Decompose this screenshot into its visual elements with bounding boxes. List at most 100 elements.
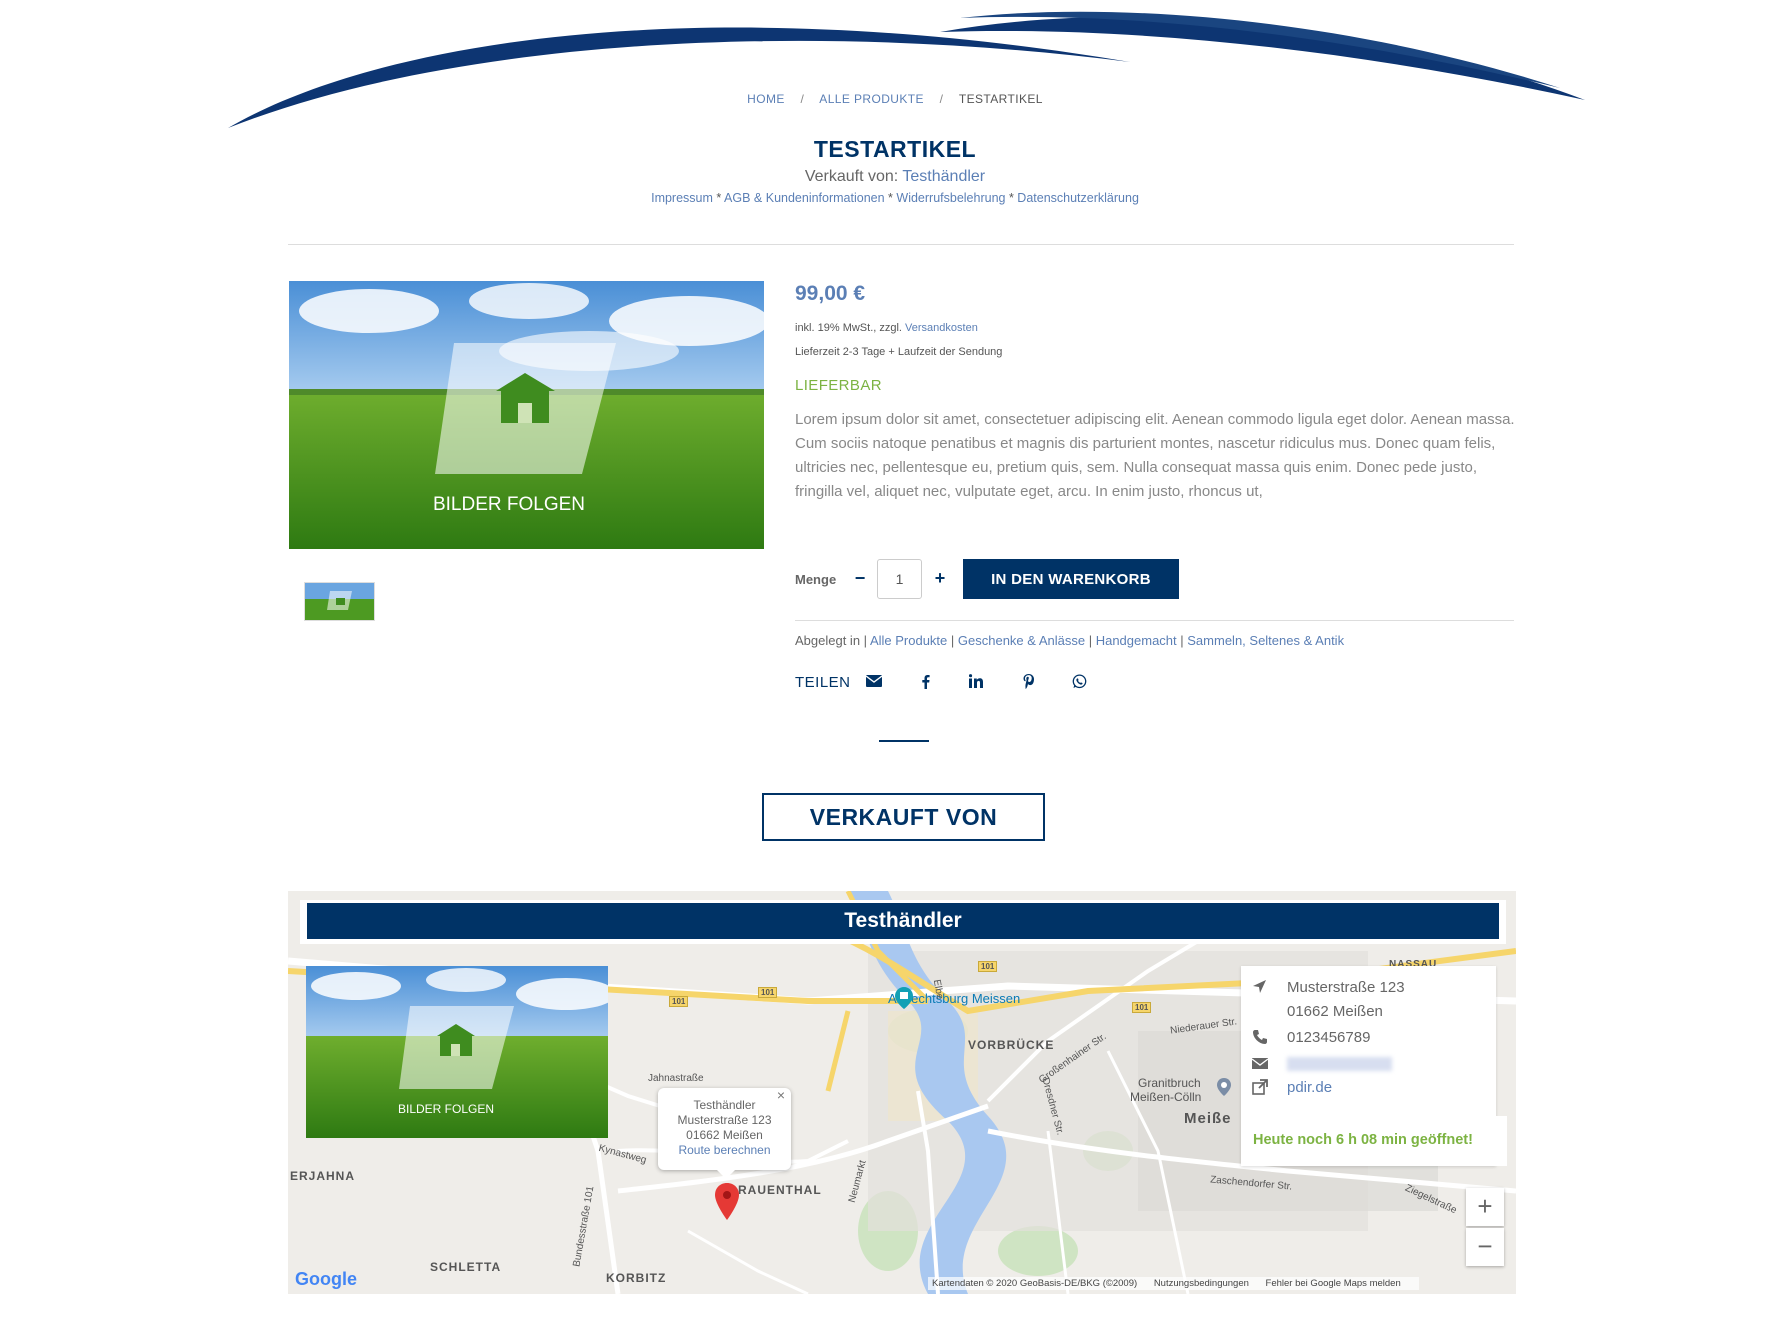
phone-icon [1253, 1030, 1267, 1044]
breadcrumb: HOME / ALLE PRODUKTE / TESTARTIKEL [0, 92, 1790, 106]
sold-by-heading: VERKAUFT VON [762, 793, 1045, 841]
poi-pin-icon[interactable] [1217, 1078, 1231, 1096]
divider [795, 620, 1514, 621]
map-data-credit: Kartendaten © 2020 GeoBasis-DE/BKG (©200… [932, 1278, 1138, 1289]
popup-close-button[interactable]: × [777, 1088, 785, 1103]
quantity-increase-button[interactable]: + [930, 564, 950, 592]
report-error-link[interactable]: Fehler bei Google Maps melden [1266, 1278, 1401, 1289]
envelope-icon[interactable] [863, 670, 885, 692]
breadcrumb-current: TESTARTIKEL [958, 92, 1043, 106]
map-marker-icon[interactable] [715, 1183, 739, 1220]
opening-status-box: Heute noch 6 h 08 min geöffnet! [1241, 1116, 1507, 1166]
map-route-shield: 101 [669, 996, 689, 1007]
address-line2: 01662 Meißen [1287, 1003, 1383, 1020]
section-divider [879, 740, 929, 742]
vendor-name-bar: Testhändler [307, 903, 1499, 939]
popup-city: 01662 Meißen [686, 1128, 763, 1142]
linkedin-icon[interactable] [965, 670, 987, 692]
product-main-image[interactable]: BILDER FOLGEN [289, 281, 764, 549]
terms-link[interactable]: Nutzungsbedingungen [1154, 1278, 1249, 1289]
map-label-schletta: SCHLETTA [430, 1260, 502, 1274]
add-to-cart-button[interactable]: IN DEN WARENKORB [963, 559, 1179, 599]
vendor-bar-container: Testhändler [300, 900, 1506, 944]
divider [288, 244, 1514, 245]
page-title: TESTARTIKEL [813, 136, 977, 162]
map-label-meissen-colln: Meißen-Cölln [1130, 1090, 1202, 1104]
share-label: TEILEN [795, 674, 851, 691]
quantity-decrease-button[interactable]: − [850, 564, 870, 592]
popup-name: Testhändler [693, 1098, 756, 1112]
facebook-icon[interactable] [914, 670, 936, 692]
whatsapp-icon[interactable] [1068, 670, 1090, 692]
castle-pin-icon[interactable] [895, 987, 913, 1009]
widerruf-link[interactable]: Widerrufsbelehrung [896, 191, 1005, 205]
popup-pointer [716, 1169, 736, 1179]
zoom-in-button[interactable]: + [1466, 1188, 1504, 1226]
envelope-icon [1251, 1058, 1269, 1069]
datenschutz-link[interactable]: Datenschutzerklärung [1017, 191, 1139, 205]
route-link[interactable]: Route berechnen [678, 1143, 770, 1157]
map-label-vorbrucke: VORBRÜCKE [968, 1038, 1055, 1052]
category-link[interactable]: Sammeln, Seltenes & Antik [1187, 633, 1344, 648]
quantity-label: Menge [795, 572, 837, 587]
tax-prefix: inkl. 19% MwSt., zzgl. [795, 322, 906, 334]
map-label-korbitz: KORBITZ [606, 1271, 667, 1285]
email-redacted[interactable] [1287, 1057, 1392, 1071]
image-caption: BILDER FOLGEN [433, 494, 585, 515]
website-link[interactable]: pdir.de [1287, 1079, 1332, 1096]
location-arrow-icon [1253, 980, 1266, 993]
category-link[interactable]: Handgemacht [1096, 633, 1177, 648]
map-label-erjahna: ERJAHNA [290, 1169, 356, 1183]
breadcrumb-all-products-link[interactable]: ALLE PRODUKTE [819, 92, 924, 106]
phone-number[interactable]: 0123456789 [1287, 1026, 1370, 1050]
quantity-input[interactable] [877, 559, 922, 599]
map-attribution: Kartendaten © 2020 GeoBasis-DE/BKG (©200… [928, 1277, 1419, 1290]
sold-by-line: Verkauft von: Testhändler [0, 168, 1790, 186]
product-description: Lorem ipsum dolor sit amet, consectetuer… [795, 411, 1515, 500]
map-label-rauenthal: RAUENTHAL [738, 1183, 822, 1197]
thumbnail-image [305, 583, 374, 620]
google-logo-text: Google [295, 1269, 357, 1289]
tax-info: inkl. 19% MwSt., zzgl. Versandkosten [795, 322, 978, 334]
agb-link[interactable]: AGB & Kundeninformationen [724, 191, 885, 205]
product-thumbnail[interactable] [304, 582, 375, 621]
breadcrumb-home-link[interactable]: HOME [747, 92, 785, 106]
header-brush-decoration [228, 11, 1585, 128]
zoom-out-button[interactable]: − [1466, 1228, 1504, 1266]
sold-by-prefix: Verkauft von: [804, 168, 903, 185]
product-price: 99,00 € [795, 282, 866, 305]
map-route-shield: 101 [978, 961, 998, 972]
categories-prefix: Abgelegt in [795, 633, 861, 648]
category-link[interactable]: Geschenke & Anlässe [958, 633, 1085, 648]
popup-street: Musterstraße 123 [677, 1113, 772, 1127]
breadcrumb-separator: / [800, 92, 805, 106]
vendor-link[interactable]: Testhändler [902, 168, 985, 185]
legal-sep: * [1005, 191, 1018, 205]
map-label-meissen: Meiße [1184, 1110, 1232, 1127]
vendor-image: BILDER FOLGEN [306, 966, 608, 1138]
stock-status: LIEFERBAR [795, 377, 882, 394]
shipping-costs-link[interactable]: Versandkosten [905, 322, 978, 334]
breadcrumb-separator: / [939, 92, 944, 106]
legal-links: Impressum * AGB & Kundeninformationen * … [0, 191, 1790, 205]
google-logo[interactable]: Google [295, 1269, 357, 1290]
map-label-jahnastrasse: Jahnastraße [648, 1073, 704, 1084]
impressum-link[interactable]: Impressum [651, 191, 713, 205]
placeholder-landscape-image: BILDER FOLGEN [289, 281, 764, 549]
category-list: Abgelegt in | Alle Produkte | Geschenke … [795, 633, 1345, 648]
map-label-granitbruch: Granitbruch [1138, 1076, 1201, 1090]
address-line1: Musterstraße 123 [1287, 979, 1405, 996]
map-info-popup: × Testhändler Musterstraße 123 01662 Mei… [658, 1088, 791, 1170]
vendor-image-caption: BILDER FOLGEN [398, 1102, 494, 1116]
legal-sep: * [884, 191, 897, 205]
external-link-icon [1252, 1079, 1268, 1095]
pinterest-icon[interactable] [1017, 670, 1039, 692]
vendor-map[interactable]: Albrechtsburg Meissen VORBRÜCKE Granitbr… [288, 891, 1516, 1294]
delivery-time: Lieferzeit 2-3 Tage + Laufzeit der Sendu… [795, 346, 1003, 358]
category-link[interactable]: Alle Produkte [870, 633, 947, 648]
placeholder-landscape-image: BILDER FOLGEN [306, 966, 608, 1138]
legal-sep: * [712, 191, 725, 205]
map-route-shield: 101 [1132, 1002, 1152, 1013]
opening-status: Heute noch 6 h 08 min geöffnet! [1253, 1132, 1473, 1148]
map-route-shield: 101 [758, 987, 778, 998]
